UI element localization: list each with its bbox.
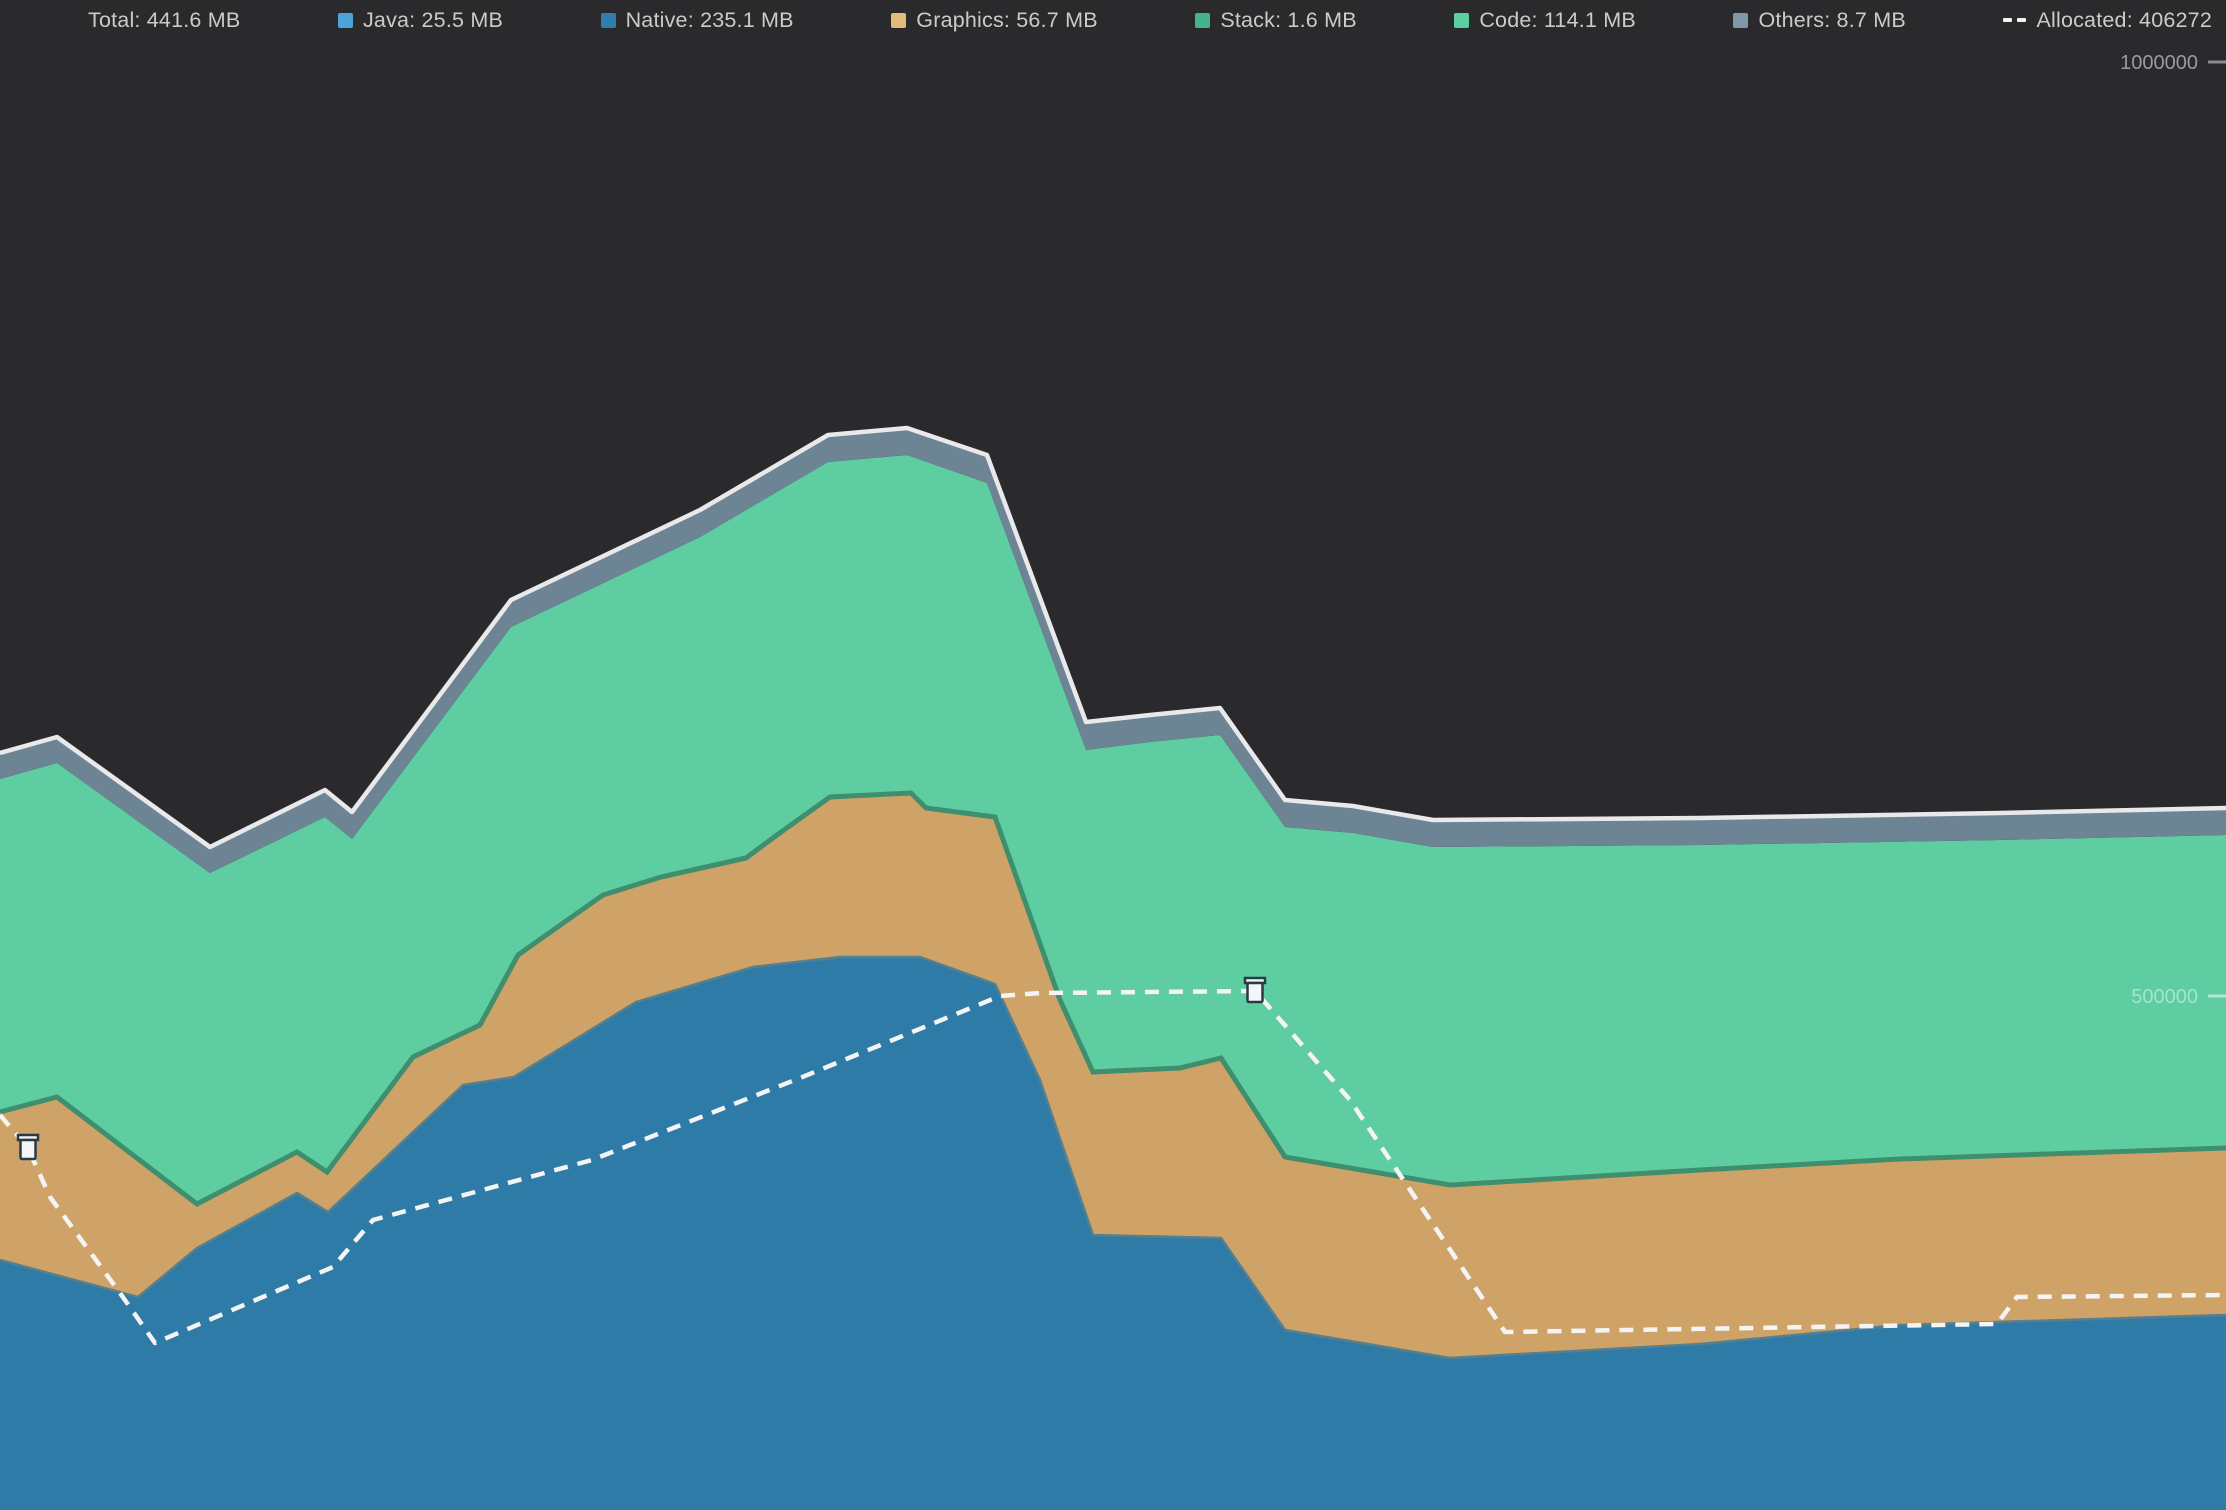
legend-item-label: Java: 25.5 MB bbox=[363, 8, 503, 33]
gc-event-trash-icon bbox=[1245, 978, 1265, 1002]
legend-dashed-line-icon bbox=[2003, 18, 2026, 23]
legend-item-native: Native: 235.1 MB bbox=[601, 8, 794, 33]
legend-item-allocated: Allocated: 406272 bbox=[2003, 8, 2212, 33]
gc-event-trash-icon bbox=[18, 1135, 38, 1159]
legend-item-label: Stack: 1.6 MB bbox=[1220, 8, 1356, 33]
legend-swatch-icon bbox=[338, 13, 353, 28]
legend-swatch-icon bbox=[1454, 13, 1469, 28]
legend-item-label: Allocated: 406272 bbox=[2036, 8, 2212, 33]
legend-item-label: Native: 235.1 MB bbox=[626, 8, 794, 33]
legend-item-others: Others: 8.7 MB bbox=[1733, 8, 1905, 33]
legend-item-total: Total: 441.6 MB bbox=[88, 8, 240, 33]
legend-swatch-icon bbox=[1733, 13, 1748, 28]
legend-item-label: Total: 441.6 MB bbox=[88, 8, 240, 33]
legend-swatch-icon bbox=[891, 13, 906, 28]
legend-item-code: Code: 114.1 MB bbox=[1454, 8, 1636, 33]
y-axis-tick-label-500000: 500000 bbox=[2131, 986, 2198, 1008]
legend-item-label: Code: 114.1 MB bbox=[1479, 8, 1636, 33]
memory-profiler-stage: 1000000 500000 Total: 441.6 MB Java: 25.5 … bbox=[0, 0, 2226, 1510]
legend-item-java: Java: 25.5 MB bbox=[338, 8, 503, 33]
y-axis-tick-label-1000000: 1000000 bbox=[2120, 52, 2198, 74]
legend-item-label: Graphics: 56.7 MB bbox=[916, 8, 1097, 33]
chart-legend: Total: 441.6 MB Java: 25.5 MB Native: 235.… bbox=[0, 0, 2226, 40]
legend-item-label: Others: 8.7 MB bbox=[1758, 8, 1905, 33]
legend-swatch-icon bbox=[601, 13, 616, 28]
legend-item-stack: Stack: 1.6 MB bbox=[1195, 8, 1356, 33]
legend-item-graphics: Graphics: 56.7 MB bbox=[891, 8, 1097, 33]
legend-swatch-icon bbox=[1195, 13, 1210, 28]
memory-usage-chart[interactable]: 1000000 500000 bbox=[0, 0, 2226, 1510]
